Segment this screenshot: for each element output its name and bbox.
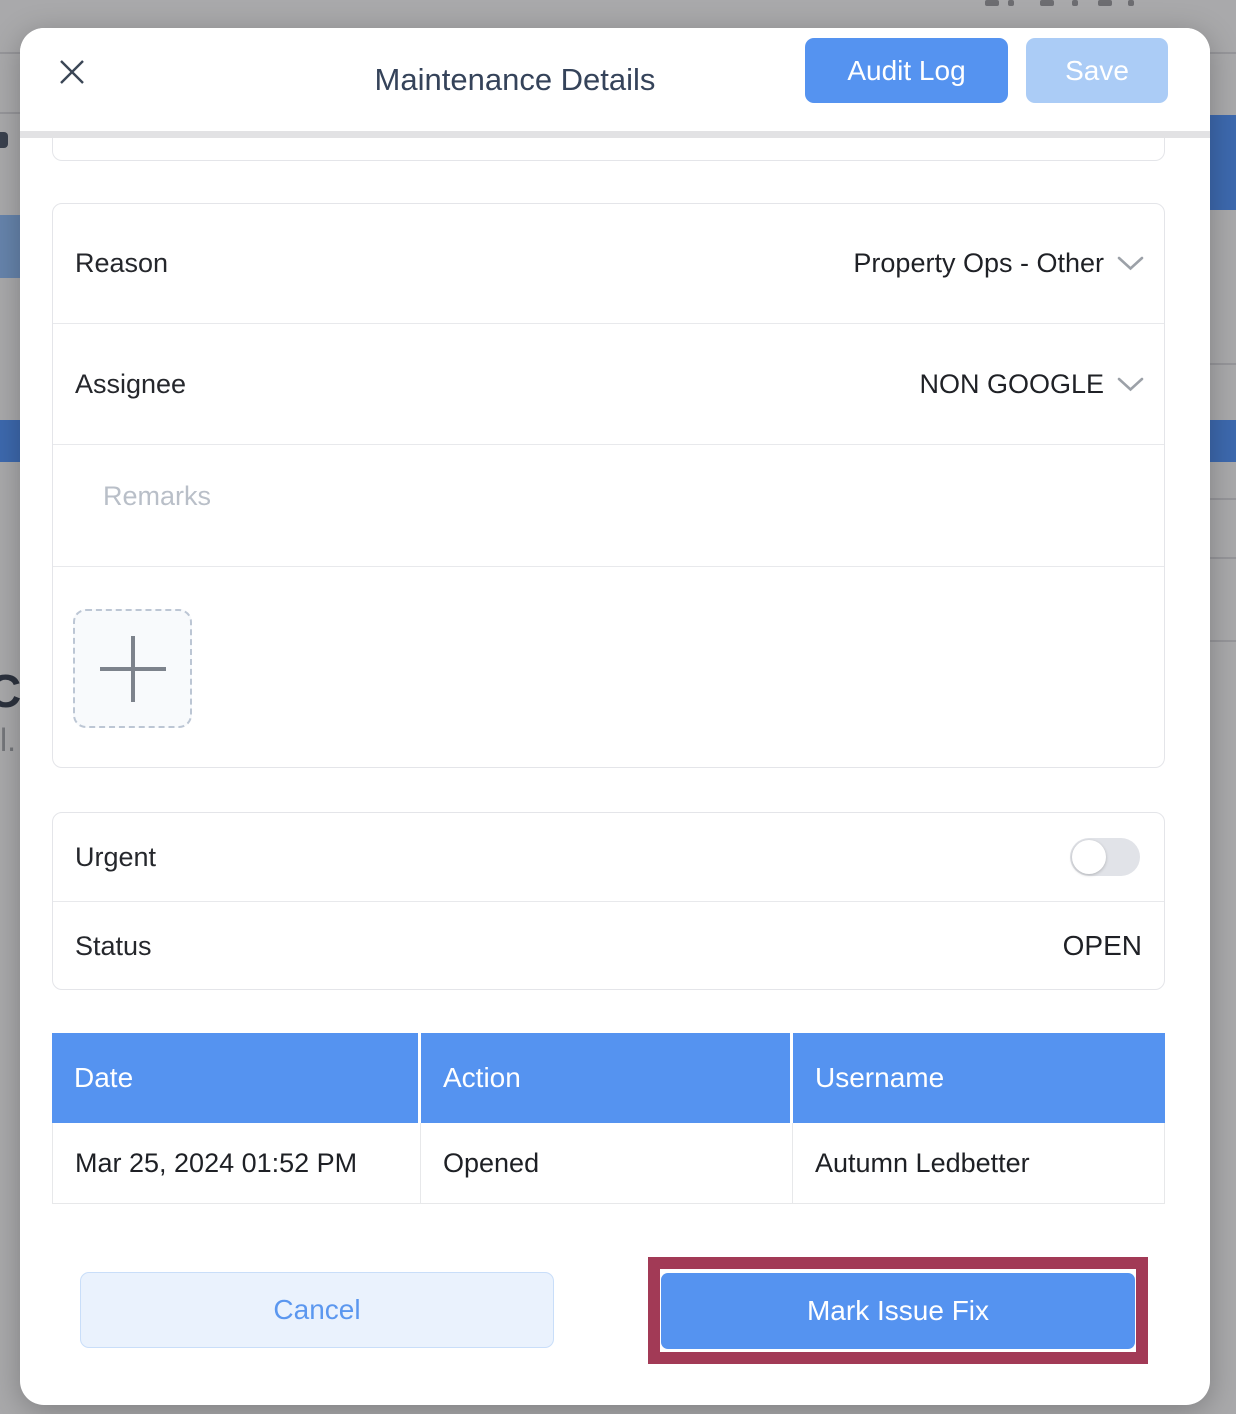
underlay-selected-row (0, 215, 20, 278)
maintenance-details-modal: Maintenance Details Audit Log Save Reaso… (20, 28, 1210, 1405)
photo-row (53, 566, 1164, 767)
urgent-label: Urgent (75, 842, 156, 873)
underlay-text-fragment (1072, 0, 1078, 6)
urgent-toggle[interactable] (1070, 838, 1140, 876)
page-background: C l. Maintenance Details Audit Log Save … (0, 0, 1236, 1414)
reason-row: Reason Property Ops - Other (53, 204, 1164, 323)
details-form-card: Reason Property Ops - Other Assignee NON… (52, 203, 1165, 768)
reason-value: Property Ops - Other (853, 248, 1104, 279)
annotation-highlight: Mark Issue Fix (648, 1257, 1148, 1364)
underlay-text-fragment (1008, 0, 1014, 6)
underlay-selected-row (1210, 420, 1236, 462)
status-label: Status (75, 931, 152, 962)
scrolled-field-remnant (52, 138, 1165, 161)
header-divider (20, 131, 1210, 138)
cell-date: Mar 25, 2024 01:52 PM (53, 1123, 421, 1203)
underlay-row-divider (1210, 640, 1236, 642)
remarks-input[interactable] (53, 445, 1164, 566)
save-button[interactable]: Save (1026, 38, 1168, 103)
mark-issue-fix-button[interactable]: Mark Issue Fix (661, 1273, 1135, 1349)
underlay-text-fragment: C (0, 664, 21, 718)
cell-username: Autumn Ledbetter (793, 1123, 1164, 1203)
underlay-text-fragment (1040, 0, 1054, 6)
underlay-text-fragment (0, 132, 8, 148)
underlay-row-divider (0, 112, 20, 114)
underlay-text-fragment (1128, 0, 1134, 6)
modal-header: Maintenance Details Audit Log Save (20, 28, 1210, 131)
flags-card: Urgent Status OPEN (52, 812, 1165, 990)
assignee-row: Assignee NON GOOGLE (53, 323, 1164, 444)
column-header-username: Username (793, 1033, 1165, 1123)
plus-icon (99, 635, 167, 703)
table-header: Date Action Username (52, 1033, 1165, 1123)
underlay-text-fragment (985, 0, 999, 6)
cancel-button[interactable]: Cancel (80, 1272, 554, 1348)
underlay-row-divider (1210, 557, 1236, 559)
chevron-down-icon (1117, 376, 1144, 393)
column-header-date: Date (52, 1033, 421, 1123)
underlay-text-fragment (1098, 0, 1112, 6)
remarks-row (53, 444, 1164, 566)
status-value: OPEN (1063, 930, 1144, 962)
underlay-selected-row (1210, 115, 1236, 210)
column-header-action: Action (421, 1033, 793, 1123)
reason-dropdown[interactable]: Property Ops - Other (853, 248, 1144, 279)
underlay-text-fragment: l. (0, 722, 16, 759)
chevron-down-icon (1117, 255, 1144, 272)
add-photo-button[interactable] (73, 609, 192, 728)
cell-action: Opened (421, 1123, 793, 1203)
urgent-row: Urgent (53, 813, 1164, 901)
assignee-label: Assignee (75, 369, 186, 400)
assignee-dropdown[interactable]: NON GOOGLE (919, 369, 1144, 400)
status-row: Status OPEN (53, 901, 1164, 990)
history-table: Date Action Username Mar 25, 2024 01:52 … (52, 1033, 1165, 1204)
underlay-row-divider (1210, 363, 1236, 365)
underlay-row-divider (1210, 498, 1236, 500)
audit-log-button[interactable]: Audit Log (805, 38, 1008, 103)
underlay-selected-row (0, 420, 20, 462)
toggle-knob (1072, 840, 1106, 874)
table-row: Mar 25, 2024 01:52 PM Opened Autumn Ledb… (52, 1123, 1165, 1204)
assignee-value: NON GOOGLE (919, 369, 1104, 400)
reason-label: Reason (75, 248, 168, 279)
